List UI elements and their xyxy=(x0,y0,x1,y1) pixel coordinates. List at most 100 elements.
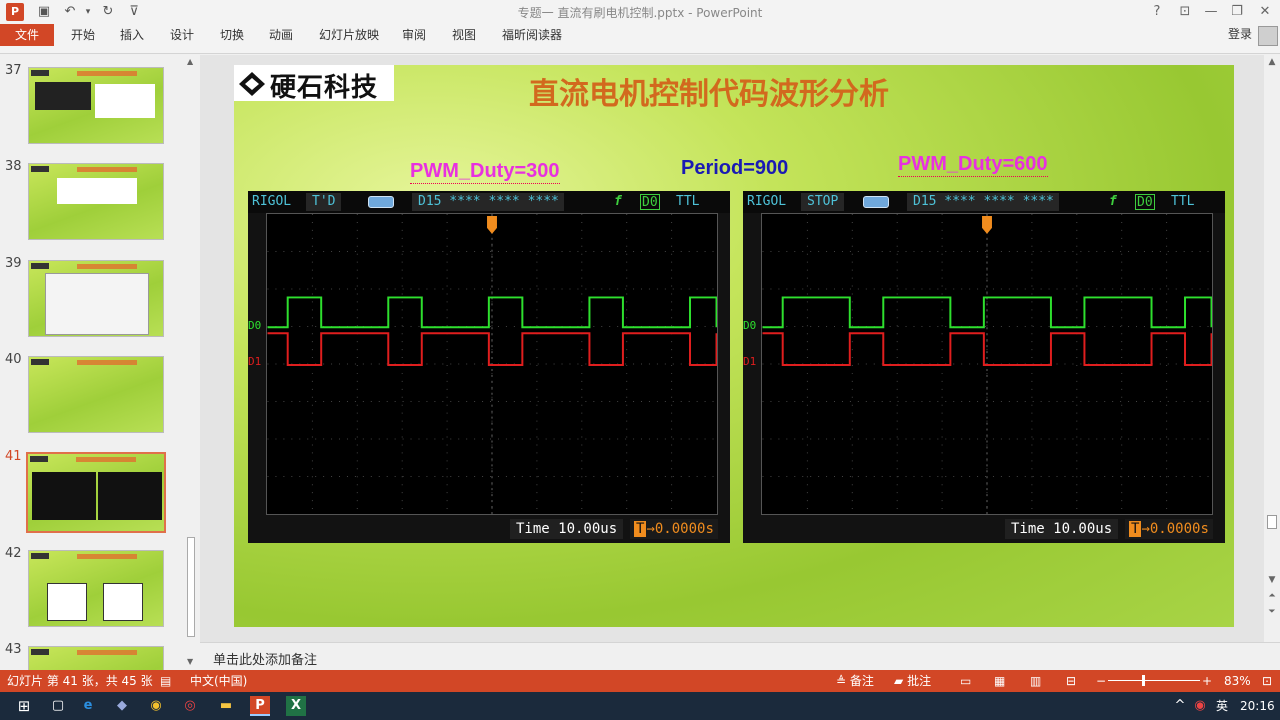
scrollbar-thumb[interactable] xyxy=(187,537,195,637)
thumb-number: 43 xyxy=(5,642,22,657)
excel-taskbar-icon[interactable]: X xyxy=(286,696,306,716)
zoom-in-icon[interactable]: + xyxy=(1202,673,1212,689)
tray-app-icon[interactable]: ◉ xyxy=(1190,696,1210,716)
scroll-up-icon[interactable]: ▲ xyxy=(187,57,193,66)
next-slide-icon[interactable]: ⏷ xyxy=(1264,607,1280,617)
slide-thumbnail-42[interactable] xyxy=(28,550,164,627)
scope-status-bar: RIGOL STOP D15 **** **** **** D0 f D0 TT… xyxy=(743,191,1225,213)
reading-view-icon[interactable]: ▥ xyxy=(1030,673,1041,689)
slide-sorter-icon[interactable]: ▦ xyxy=(994,673,1005,689)
editing-scrollbar[interactable]: ▲ ▼ ⏶ ⏷ xyxy=(1264,55,1280,642)
ribbon-collapsed-area xyxy=(0,46,1280,54)
tab-review[interactable]: 审阅 xyxy=(402,24,426,46)
scope-source: D0 xyxy=(1135,194,1155,210)
tab-insert[interactable]: 插入 xyxy=(120,24,144,46)
current-slide[interactable]: 硬石科技 直流电机控制代码波形分析 PWM_Duty=300 Period=90… xyxy=(234,65,1234,627)
tab-animations[interactable]: 动画 xyxy=(269,24,293,46)
restore-icon[interactable]: ❐ xyxy=(1224,2,1250,22)
slide-thumbnail-pane: 37 38 39 40 41 42 43 xyxy=(0,55,200,670)
thumbnail-scrollbar[interactable]: ▲ ▼ xyxy=(184,55,198,670)
minimize-icon[interactable]: — xyxy=(1198,2,1224,22)
clock[interactable]: 20:16 xyxy=(1240,696,1275,716)
slide-thumbnail-41[interactable] xyxy=(26,452,166,533)
duty-right-label: PWM_Duty=600 xyxy=(898,153,1048,177)
scope-brand: RIGOL xyxy=(252,194,292,209)
slide-thumbnail-37[interactable] xyxy=(28,67,164,144)
trigger-edge-icon: f xyxy=(614,194,622,209)
zoom-slider[interactable] xyxy=(1108,680,1200,681)
slide-thumbnail-43[interactable] xyxy=(28,646,164,670)
slide-title: 直流电机控制代码波形分析 xyxy=(529,77,889,112)
windows-taskbar: ⊞ ▢ e ◆ ◉ ◎ ▬ P X ^ ◉ 英 20:16 xyxy=(0,692,1280,720)
tab-foxit-reader[interactable]: 福昕阅读器 xyxy=(502,24,562,46)
app-icon[interactable]: ◆ xyxy=(112,696,132,716)
zoom-out-icon[interactable]: − xyxy=(1096,673,1106,689)
channel-d1-label: D1 xyxy=(743,355,757,368)
offset-value: 0.0000s xyxy=(1149,521,1209,537)
status-bar: 幻灯片 第 41 张，共 45 张 ▤ 中文(中国) ≜ 备注 ▰ 批注 ▭ ▦… xyxy=(0,670,1280,692)
task-view-icon[interactable]: ▢ xyxy=(48,696,68,716)
thumb-number: 37 xyxy=(5,63,22,78)
normal-view-icon[interactable]: ▭ xyxy=(960,673,971,689)
login-link[interactable]: 登录 xyxy=(1228,24,1252,44)
time-scale: Time 10.00us xyxy=(510,519,624,539)
ime-indicator[interactable]: 英 xyxy=(1212,696,1232,716)
slideshow-view-icon[interactable]: ⊟ xyxy=(1066,673,1076,689)
oscilloscope-left: RIGOL T'D D15 **** **** **** D0 f D0 TTL… xyxy=(248,191,730,543)
previous-slide-icon[interactable]: ⏶ xyxy=(1264,591,1280,601)
trigger-position-marker xyxy=(487,215,497,234)
scroll-down-icon[interactable]: ▼ xyxy=(1264,575,1280,585)
spellcheck-icon[interactable]: ▤ xyxy=(160,673,171,689)
scrollbar-thumb[interactable] xyxy=(1267,515,1277,529)
tab-view[interactable]: 视图 xyxy=(452,24,476,46)
thumb-number: 39 xyxy=(5,256,22,271)
scope-grid-right xyxy=(761,213,1213,515)
help-icon[interactable]: ? xyxy=(1144,2,1170,22)
scope-timebar: Time 10.00us T →0.0000s xyxy=(743,517,1225,541)
scope-mode: STOP xyxy=(801,193,845,211)
windows-start-icon[interactable]: ⊞ xyxy=(14,696,34,716)
tray-arrow-icon[interactable]: ^ xyxy=(1170,696,1190,716)
battery-icon xyxy=(863,196,889,208)
comments-icon: ▰ xyxy=(894,674,904,688)
zoom-slider-thumb[interactable] xyxy=(1142,675,1145,686)
notes-toggle[interactable]: ≜ 备注 xyxy=(836,673,874,689)
scroll-down-icon[interactable]: ▼ xyxy=(187,657,193,666)
powerpoint-taskbar-icon[interactable]: P xyxy=(250,696,270,716)
slide-thumbnail-38[interactable] xyxy=(28,163,164,240)
tab-transitions[interactable]: 切换 xyxy=(220,24,244,46)
browser-icon[interactable]: ◎ xyxy=(180,696,200,716)
channel-d0-label: D0 xyxy=(248,319,262,332)
scope-timebar: Time 10.00us T →0.0000s xyxy=(248,517,730,541)
fit-to-window-icon[interactable]: ⊡ xyxy=(1262,673,1272,689)
file-explorer-icon[interactable]: ▬ xyxy=(216,696,236,716)
language-indicator[interactable]: 中文(中国) xyxy=(190,673,247,689)
scope-level: TTL xyxy=(676,194,700,209)
notes-placeholder[interactable]: 单击此处添加备注 xyxy=(213,649,317,668)
trigger-position-marker xyxy=(982,215,992,234)
close-icon[interactable]: ✕ xyxy=(1252,2,1278,22)
scope-channels: D15 **** **** **** D0 xyxy=(412,193,564,211)
trigger-offset: T →0.0000s xyxy=(630,519,718,539)
period-label: Period=900 xyxy=(681,157,789,179)
notes-toggle-label: 备注 xyxy=(849,674,874,688)
trigger-offset: T →0.0000s xyxy=(1125,519,1213,539)
user-avatar-icon[interactable] xyxy=(1258,26,1278,46)
ribbon-display-icon[interactable]: ⊡ xyxy=(1172,2,1198,22)
tab-slideshow[interactable]: 幻灯片放映 xyxy=(319,24,379,46)
zoom-level[interactable]: 83% xyxy=(1224,673,1251,689)
slide-thumbnail-40[interactable] xyxy=(28,356,164,433)
comments-toggle-label: 批注 xyxy=(907,674,932,688)
tab-home[interactable]: 开始 xyxy=(71,24,95,46)
notes-pane[interactable]: 单击此处添加备注 xyxy=(200,642,1280,670)
comments-toggle[interactable]: ▰ 批注 xyxy=(894,673,931,689)
scroll-up-icon[interactable]: ▲ xyxy=(1264,57,1280,67)
edge-browser-icon[interactable]: e xyxy=(78,696,98,716)
slide-thumbnail-39[interactable] xyxy=(28,260,164,337)
window-title: 专题一 直流有刷电机控制.pptx - PowerPoint xyxy=(517,6,763,20)
tab-file[interactable]: 文件 xyxy=(0,24,54,46)
trigger-edge-icon: f xyxy=(1109,194,1117,209)
tab-design[interactable]: 设计 xyxy=(170,24,194,46)
app-icon[interactable]: ◉ xyxy=(146,696,166,716)
scope-source: D0 xyxy=(640,194,660,210)
